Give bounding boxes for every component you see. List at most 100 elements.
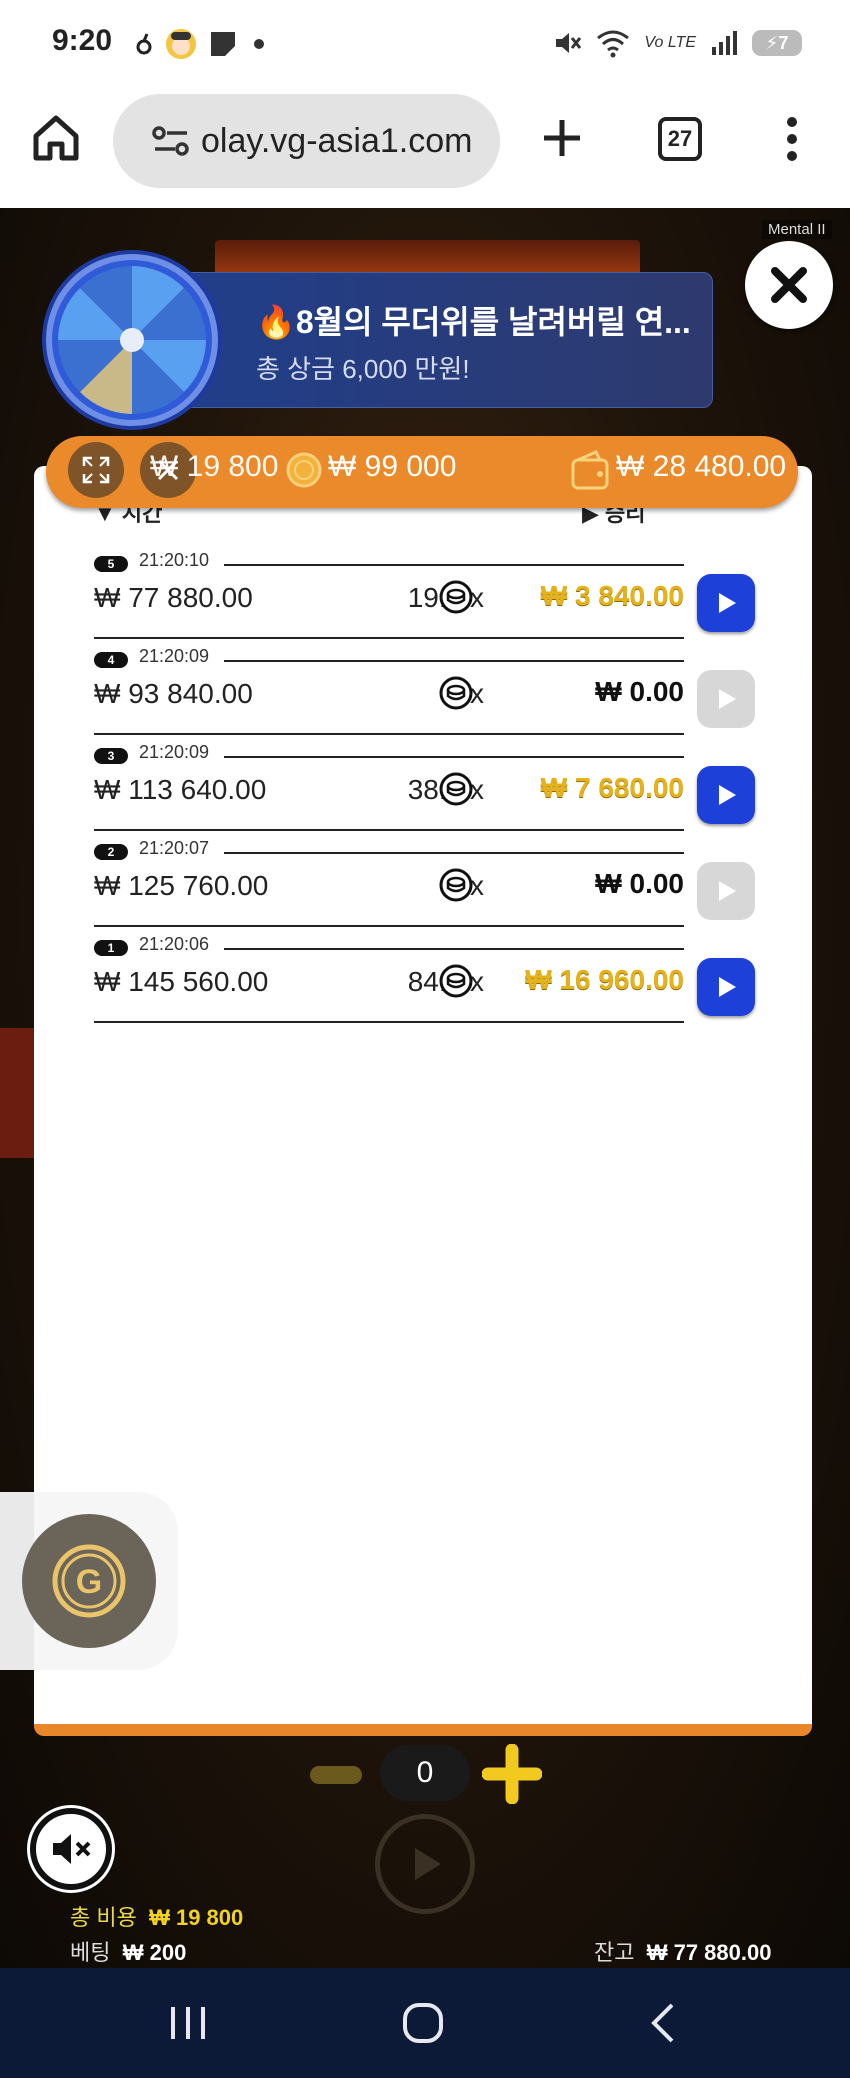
coin-icon (439, 964, 473, 998)
history-row: 5 21:20:10 ₩ 77 880.00 19.2 x ₩ 3 840.00 (94, 550, 684, 650)
round-win: ₩ 7 680.00 (540, 772, 684, 803)
url-text[interactable]: olay.vg-asia1.com (201, 122, 491, 161)
system-nav-bar (0, 1968, 850, 2078)
status-bar: 9:20 Vo LTE ⚡ 7 (0, 0, 850, 88)
tab-count: 27 (667, 126, 693, 151)
round-balance: ₩ 93 840.00 (94, 678, 253, 709)
round-balance: ₩ 113 640.00 (94, 774, 267, 805)
round-number: 2 (94, 844, 128, 860)
play-icon (719, 593, 736, 613)
dot-icon (254, 39, 264, 49)
row-divider (94, 1021, 684, 1023)
top-coin-value: ₩ 99 000 (328, 450, 457, 483)
row-divider (224, 564, 684, 566)
game-top-bar: ₩ 19 800 ₩ 99 000 ₩ 28 480.00 (46, 436, 798, 508)
history-row: 3 21:20:09 ₩ 113 640.00 38.4 x ₩ 7 680.00 (94, 742, 684, 842)
top-wallet-value: ₩ 28 480.00 (616, 450, 787, 483)
g-coin-icon: G (52, 1544, 126, 1618)
battery-icon: ⚡ 7 (752, 30, 802, 56)
more-menu-icon[interactable] (780, 116, 804, 162)
autoplay-count: 0 (380, 1745, 470, 1801)
sound-toggle-button[interactable] (30, 1808, 112, 1890)
round-win: ₩ 0.00 (595, 868, 684, 899)
round-time: 21:20:06 (139, 934, 210, 954)
row-divider (224, 948, 684, 950)
replay-button[interactable] (697, 958, 755, 1016)
status-right-icons: Vo LTE ⚡ 7 (552, 28, 802, 58)
avatar-icon (166, 29, 196, 59)
new-tab-icon[interactable] (540, 116, 584, 160)
play-icon (719, 881, 736, 901)
svg-text:G: G (76, 1563, 102, 1601)
round-time: 21:20:09 (139, 742, 210, 762)
round-number: 1 (94, 940, 128, 956)
wallet-icon (571, 450, 609, 490)
coin-icon (286, 452, 322, 488)
network-label: Vo LTE (644, 34, 696, 51)
coin-icon (439, 580, 473, 614)
history-row: 1 21:20:06 ₩ 145 560.00 84.8 x ₩ 16 960.00 (94, 934, 684, 1034)
play-icon (719, 977, 736, 997)
play-icon (719, 689, 736, 709)
recent-apps-icon[interactable] (168, 2004, 208, 2042)
tab-switcher-button[interactable]: 27 (658, 117, 702, 161)
round-time: 21:20:07 (139, 838, 210, 858)
close-promo-button[interactable] (745, 241, 833, 329)
status-left-icons (135, 28, 269, 60)
round-time: 21:20:09 (139, 646, 210, 666)
row-divider (94, 829, 684, 831)
status-time: 9:20 (52, 24, 113, 57)
game-canvas: 🔥8월의 무더위를 날려버릴 연... 총 상금 6,000 만원! Menta… (0, 208, 850, 1968)
row-divider (94, 637, 684, 639)
coin-icon (439, 676, 473, 710)
promo-subtitle: 총 상금 6,000 만원! (256, 354, 470, 384)
row-divider (94, 925, 684, 927)
total-cost: 총 비용 ₩ 19 800 (70, 1905, 244, 1930)
address-bar[interactable]: olay.vg-asia1.com (113, 94, 500, 188)
wheel-graphic (58, 266, 206, 414)
round-balance: ₩ 77 880.00 (94, 582, 253, 613)
prize-wheel-icon[interactable] (46, 254, 218, 426)
round-balance: ₩ 125 760.00 (94, 870, 269, 901)
replay-button[interactable] (697, 574, 755, 632)
row-divider (224, 660, 684, 662)
mute-icon (53, 1834, 91, 1864)
fullscreen-button[interactable] (68, 442, 124, 498)
back-icon[interactable] (648, 2002, 678, 2044)
notification-icon (136, 33, 152, 55)
replay-button[interactable] (697, 862, 755, 920)
play-icon (719, 785, 736, 805)
round-win: ₩ 3 840.00 (540, 580, 684, 611)
app-icon (211, 32, 235, 56)
history-row: 221:20:07₩ 125 760.000 x₩ 0.00 (94, 838, 684, 938)
coin-icon (439, 868, 473, 902)
round-win: ₩ 16 960.00 (525, 964, 684, 995)
row-divider (94, 733, 684, 735)
site-settings-icon[interactable] (149, 119, 193, 163)
signal-icon (712, 31, 737, 55)
g-menu-button[interactable]: G (22, 1514, 156, 1648)
bet-amount: 베팅 ₩ 200 (70, 1940, 187, 1965)
replay-button[interactable] (697, 766, 755, 824)
row-divider (224, 852, 684, 854)
mental-label: Mental II (762, 220, 832, 239)
close-icon (771, 267, 807, 303)
play-icon (415, 1848, 441, 1880)
round-time: 21:20:10 (139, 550, 210, 570)
increase-button[interactable] (482, 1744, 542, 1804)
row-divider (224, 756, 684, 758)
round-win: ₩ 0.00 (595, 676, 684, 707)
wifi-icon (597, 30, 630, 58)
decrease-button[interactable] (310, 1766, 362, 1784)
background-decoration-left (0, 1028, 36, 1158)
home-icon[interactable] (30, 112, 82, 164)
browser-toolbar: olay.vg-asia1.com 27 (0, 88, 850, 208)
round-number: 3 (94, 748, 128, 764)
history-row: 421:20:09₩ 93 840.000 x₩ 0.00 (94, 646, 684, 746)
replay-button[interactable] (697, 670, 755, 728)
spin-button[interactable] (375, 1814, 475, 1914)
fullscreen-icon (82, 456, 110, 484)
round-number: 4 (94, 652, 128, 668)
promo-title: 🔥8월의 무더위를 날려버릴 연... (256, 304, 691, 340)
home-nav-icon[interactable] (402, 2002, 444, 2044)
